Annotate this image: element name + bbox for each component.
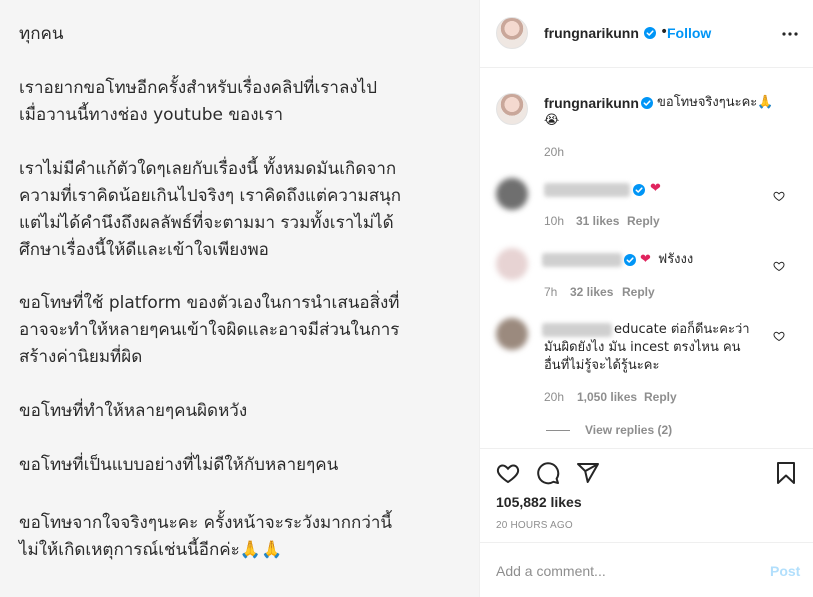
follow-button[interactable]: Follow: [667, 25, 711, 41]
view-replies-line: [546, 430, 570, 431]
comment-reply-button[interactable]: Reply: [627, 214, 660, 228]
post-timestamp[interactable]: 20 HOURS AGO: [496, 520, 573, 531]
comment-time[interactable]: 10h: [544, 214, 564, 228]
comment-likes[interactable]: 32 likes: [570, 285, 613, 299]
verified-badge-icon: [641, 97, 653, 109]
comment-username-redacted[interactable]: [542, 323, 612, 337]
verified-badge-icon: [644, 27, 656, 39]
post-image-paragraph: เราไม่มีคำแก้ตัวใดๆเลยกับเรื่องนี้ ทั้งห…: [19, 159, 402, 260]
caption-text: ขอโทษจริงๆนะคะ🙏: [657, 95, 774, 110]
comment-reply-button[interactable]: Reply: [644, 390, 677, 404]
post-image-paragraph: เราอยากขอโทษอีกครั้งสำหรับเรื่องคลิปที่เ…: [19, 78, 378, 125]
comment-username-redacted[interactable]: [544, 183, 630, 197]
comment-text-line: มันผิดยังไง มัน incest ตรงไหน คน: [544, 340, 741, 355]
verified-badge-icon: [624, 254, 636, 266]
post-image-line: ทุกคน: [19, 24, 64, 44]
post-image-line: ขอโทษที่เป็นแบบอย่างที่ไม่ดีให้กับหลายๆค…: [19, 455, 339, 475]
comment-like-icon[interactable]: [773, 190, 785, 202]
post-image-paragraph: ขอโทษที่ใช้ platform ของตัวเองในการนำเสน…: [19, 293, 400, 367]
caption-emoji: 😭: [544, 113, 560, 128]
comment-time[interactable]: 20h: [544, 390, 564, 404]
more-options-icon[interactable]: [782, 32, 798, 36]
comment-avatar[interactable]: [496, 318, 528, 350]
post-image: ทุกคน เราอยากขอโทษอีกครั้งสำหรับเรื่องคล…: [0, 0, 479, 597]
comment-username-redacted[interactable]: [542, 253, 622, 267]
comment-heart-emoji: ❤: [650, 181, 661, 196]
comment-text: ฟรังงง: [658, 252, 694, 267]
comment-text-line: อื่นที่ไม่รู้จะได้รู้นะคะ: [544, 358, 660, 373]
caption-time[interactable]: 20h: [544, 145, 564, 159]
caption-username[interactable]: frungnarikunn: [544, 95, 639, 111]
verified-badge-icon: [633, 184, 645, 196]
view-replies-button[interactable]: View replies (2): [585, 423, 672, 437]
bookmark-icon[interactable]: [774, 461, 798, 485]
caption-avatar[interactable]: [496, 93, 528, 125]
comment-like-icon[interactable]: [773, 260, 785, 272]
post-image-paragraph: ขอโทษจากใจจริงๆนะคะ ครั้งหน้าจะระวังมากก…: [19, 513, 393, 560]
add-comment-input[interactable]: Add a comment...: [496, 563, 606, 579]
post-comment-button[interactable]: Post: [770, 563, 800, 579]
heart-icon[interactable]: [496, 461, 520, 485]
header-username[interactable]: frungnarikunn: [544, 25, 639, 41]
post-sidebar: frungnarikunn • Follow frungnarikunn ขอโ…: [479, 0, 813, 597]
add-comment-divider: [480, 542, 813, 543]
comment-text-line: educate ต่อก็ดีนะคะว่า: [614, 322, 750, 337]
likes-count[interactable]: 105,882 likes: [496, 494, 582, 510]
actions-divider: [480, 448, 813, 449]
post-header: frungnarikunn • Follow: [480, 0, 813, 68]
comment-likes[interactable]: 31 likes: [576, 214, 619, 228]
comment-icon[interactable]: [536, 461, 560, 485]
avatar[interactable]: [496, 17, 528, 49]
comment-likes[interactable]: 1,050 likes: [577, 390, 637, 404]
comment-like-icon[interactable]: [773, 330, 785, 342]
comment-avatar[interactable]: [496, 248, 528, 280]
comment-heart-emoji: ❤: [640, 252, 651, 267]
comment-reply-button[interactable]: Reply: [622, 285, 655, 299]
comment-time[interactable]: 7h: [544, 285, 557, 299]
share-icon[interactable]: [576, 461, 600, 485]
comment-avatar[interactable]: [496, 178, 528, 210]
post-image-line: ขอโทษที่ทำให้หลายๆคนผิดหวัง: [19, 401, 248, 421]
